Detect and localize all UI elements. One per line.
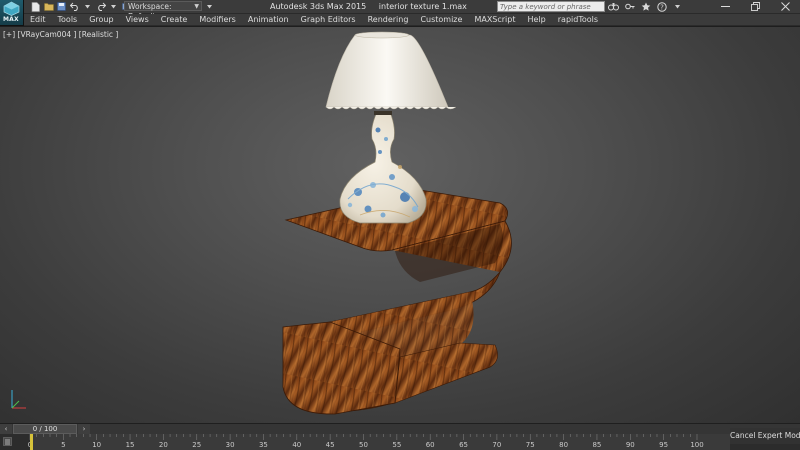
chevron-down-icon: ▼ xyxy=(194,3,199,10)
menu-rendering[interactable]: Rendering xyxy=(362,14,415,25)
track-tick-label: 50 xyxy=(359,441,368,449)
app-logo-text: MAX xyxy=(3,16,19,23)
menu-group[interactable]: Group xyxy=(83,14,119,25)
track-bar-area: 0510152025303540455055606570758085909510… xyxy=(0,434,800,450)
track-tick-label: 100 xyxy=(690,441,704,449)
track-tick-label: 25 xyxy=(192,441,202,449)
menu-views[interactable]: Views xyxy=(120,14,155,25)
track-tick-label: 15 xyxy=(125,441,135,449)
subscription-key-icon[interactable] xyxy=(624,1,635,12)
track-tick-label: 90 xyxy=(625,441,635,449)
cancel-expert-mode-button[interactable]: Cancel Expert Mode xyxy=(730,428,800,444)
viewport[interactable]: [+] [VRayCam004 ] [Realistic ] xyxy=(0,26,800,423)
track-tick-label: 95 xyxy=(659,441,669,449)
menu-help[interactable]: Help xyxy=(522,14,552,25)
track-tick-label: 65 xyxy=(459,441,469,449)
minimize-icon[interactable] xyxy=(710,0,740,13)
svg-text:?: ? xyxy=(660,3,664,11)
application-button[interactable]: MAX xyxy=(0,0,24,26)
menu-animation[interactable]: Animation xyxy=(242,14,295,25)
save-icon[interactable] xyxy=(56,1,67,12)
restore-icon[interactable] xyxy=(740,0,770,13)
menu-edit[interactable]: Edit xyxy=(24,14,52,25)
current-frame-marker xyxy=(30,434,33,450)
title-bar: Workspace: Default ▼ Autodesk 3ds Max 20… xyxy=(0,0,800,21)
menu-customize[interactable]: Customize xyxy=(414,14,468,25)
menu-create[interactable]: Create xyxy=(155,14,194,25)
undo-icon[interactable] xyxy=(69,1,80,12)
track-tick-label: 10 xyxy=(92,441,102,449)
dropdown-arrow-icon[interactable] xyxy=(82,1,93,12)
track-tick-label: 20 xyxy=(158,441,168,449)
scene-render xyxy=(282,31,512,415)
search-input[interactable] xyxy=(500,2,592,11)
new-file-icon[interactable] xyxy=(30,1,41,12)
menu-maxscript[interactable]: MAXScript xyxy=(468,14,521,25)
redo-icon[interactable] xyxy=(95,1,106,12)
app-title: Autodesk 3ds Max 2015 xyxy=(270,2,367,11)
frame-range-label: 0 / 100 xyxy=(32,425,58,433)
filter-icon[interactable] xyxy=(2,436,13,447)
menu-rapidtools[interactable]: rapidTools xyxy=(552,14,604,25)
track-tick-label: 5 xyxy=(61,441,66,449)
dropdown-arrow-icon[interactable] xyxy=(108,1,119,12)
window-title: Autodesk 3ds Max 2015 interior texture 1… xyxy=(270,1,470,12)
track-tick-label: 35 xyxy=(258,441,268,449)
track-tick-label: 70 xyxy=(492,441,502,449)
open-folder-icon[interactable] xyxy=(43,1,54,12)
app-window: Workspace: Default ▼ Autodesk 3ds Max 20… xyxy=(0,0,800,450)
track-tick-label: 60 xyxy=(425,441,435,449)
track-tick-label: 45 xyxy=(325,441,335,449)
track-tick-label: 85 xyxy=(592,441,602,449)
track-tick-label: 55 xyxy=(392,441,402,449)
help-icon[interactable]: ? xyxy=(656,1,667,12)
menu-bar: Edit Tools Group Views Create Modifiers … xyxy=(24,14,800,25)
quick-access-toolbar xyxy=(30,1,132,12)
info-center-icons: ? xyxy=(608,1,683,12)
track-tick-label: 30 xyxy=(225,441,235,449)
window-controls xyxy=(710,0,800,13)
axis-gizmo-icon xyxy=(11,390,26,409)
track-tick-label: 75 xyxy=(525,441,535,449)
track-tick-label: 40 xyxy=(292,441,302,449)
favorites-star-icon[interactable] xyxy=(640,1,651,12)
search-binoculars-icon[interactable] xyxy=(608,1,619,12)
dropdown-arrow-icon[interactable] xyxy=(204,1,215,12)
menu-graph-editors[interactable]: Graph Editors xyxy=(295,14,362,25)
track-tick-label: 80 xyxy=(559,441,569,449)
app-logo-icon xyxy=(3,1,20,16)
time-slider-thumb[interactable]: 0 / 100 xyxy=(13,424,77,434)
workspace-dropdown[interactable]: Workspace: Default ▼ xyxy=(124,1,202,21)
close-icon[interactable] xyxy=(770,0,800,13)
dropdown-arrow-icon[interactable] xyxy=(672,1,683,12)
track-bar-controls xyxy=(2,436,13,447)
menu-modifiers[interactable]: Modifiers xyxy=(193,14,242,25)
menu-tools[interactable]: Tools xyxy=(52,14,84,25)
search-box[interactable] xyxy=(497,1,605,12)
file-name: interior texture 1.max xyxy=(378,2,467,11)
